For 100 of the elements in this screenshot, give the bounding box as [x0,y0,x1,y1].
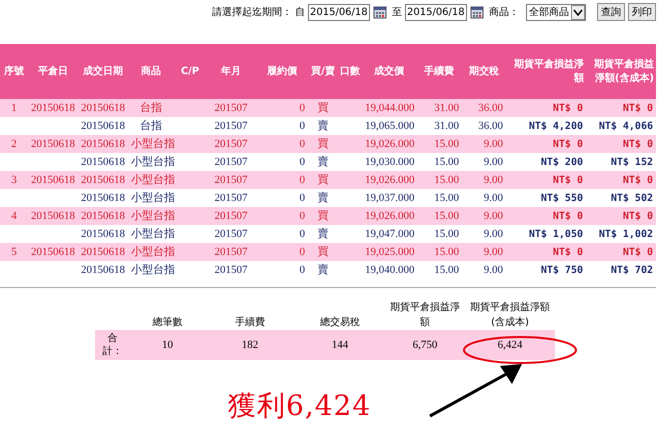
table-cell: 9.00 [462,189,506,207]
table-cell: 36.00 [462,99,506,117]
table-cell: NT$ 200 [506,153,586,171]
table-cell: NT$ 502 [586,189,656,207]
table-cell: 20150618 [28,135,78,153]
column-header: 序號 [0,44,28,99]
table-cell: 201507 [206,189,256,207]
column-header: C/P [174,44,206,99]
table-cell: 201507 [206,225,256,243]
table-cell: 買 [308,99,338,117]
table-cell: NT$ 0 [506,135,586,153]
table-cell: 15.00 [416,243,462,261]
table-cell: 15.00 [416,189,462,207]
table-cell: 201507 [206,243,256,261]
table-cell: 賣 [308,189,338,207]
summary-value: 6,750 [412,338,438,351]
table-cell: NT$ 0 [586,99,656,117]
product-select[interactable]: 全部商品 [526,4,586,20]
table-cell: 賣 [308,261,338,279]
table-cell: 9.00 [462,135,506,153]
table-cell: 9.00 [462,243,506,261]
table-cell: 0 [256,99,308,117]
table-cell: 9.00 [462,225,506,243]
calendar-icon[interactable] [470,5,484,19]
table-cell: 買 [308,171,338,189]
to-label: 至 [392,6,402,20]
table-cell: 9.00 [462,171,506,189]
table-cell: 0 [256,171,308,189]
calendar-icon[interactable] [373,5,387,19]
table-cell: 2 [0,135,28,153]
table-cell: 3 [0,171,28,189]
column-header: 成交日期 [78,44,128,99]
column-header: 買/賣 [308,44,338,99]
column-header: 年月 [206,44,256,99]
table-cell: NT$ 0 [506,207,586,225]
table-cell: 31.00 [416,117,462,135]
table-cell: 31.00 [416,99,462,117]
table-cell: 20150618 [78,261,128,279]
table-cell: 19,044.000 [362,99,416,117]
table-cell: 20150618 [78,189,128,207]
search-button[interactable]: 查詢 [597,3,625,21]
summary-value: 144 [332,338,348,351]
table-cell: 小型台指 [128,189,174,207]
table-cell: NT$ 0 [506,171,586,189]
column-header: 平倉日 [28,44,78,99]
table-cell: 201507 [206,99,256,117]
summary-header: 手續費 [205,294,295,330]
table-cell: 小型台指 [128,153,174,171]
table-cell: 201507 [206,171,256,189]
table-cell: 15.00 [416,261,462,279]
from-date-field[interactable]: 2015/06/18 [308,4,370,20]
table-cell: 20150618 [78,207,128,225]
caret-icon [571,4,585,20]
table-cell: 201507 [206,261,256,279]
table-cell: 20150618 [78,153,128,171]
table-cell: 小型台指 [128,171,174,189]
table-cell: 9.00 [462,153,506,171]
table-cell: 15.00 [416,225,462,243]
table-cell: NT$ 0 [506,99,586,117]
table-cell: 9.00 [462,261,506,279]
column-header: 期貨平倉損益淨額 [506,44,586,99]
table-cell: 19,030.000 [362,153,416,171]
table-cell: NT$ 152 [586,153,656,171]
print-button[interactable]: 列印 [628,3,656,21]
to-date-field[interactable]: 2015/06/18 [405,4,467,20]
annotation-text: 獲利6,424 [228,392,372,420]
summary-header: 總筆數 [130,294,205,330]
table-cell: 小型台指 [128,135,174,153]
period-label: 請選擇起迄期間： [212,6,292,20]
table-cell: 201507 [206,207,256,225]
column-header: 期貨平倉損益淨額(含成本) [586,44,656,99]
table-cell: 15.00 [416,171,462,189]
table-cell: NT$ 750 [506,261,586,279]
table-cell: 15.00 [416,135,462,153]
table-cell: NT$ 0 [586,135,656,153]
column-header: 手續費 [416,44,462,99]
table-cell: 19,065.000 [362,117,416,135]
table-cell: NT$ 702 [586,261,656,279]
table-cell: 0 [256,261,308,279]
table-cell: 20150618 [78,171,128,189]
table-cell: 0 [256,135,308,153]
table-cell: 0 [256,117,308,135]
table-cell: 9.00 [462,207,506,225]
table-cell: 20150618 [28,99,78,117]
table-cell: 15.00 [416,207,462,225]
table-cell: NT$ 1,002 [586,225,656,243]
table-cell: 19,037.000 [362,189,416,207]
table-cell: 201507 [206,153,256,171]
table-cell: 0 [256,189,308,207]
table-cell: 15.00 [416,153,462,171]
table-cell: 19,025.000 [362,243,416,261]
table-cell: 台指 [128,99,174,117]
table-cell: 台指 [128,117,174,135]
table-cell: 買 [308,135,338,153]
table-cell: 20150618 [78,117,128,135]
column-header: 口數 [338,44,362,99]
table-cell: 賣 [308,225,338,243]
table-cell: NT$ 0 [586,243,656,261]
table-cell: 1 [0,99,28,117]
table-cell: NT$ 4,066 [586,117,656,135]
